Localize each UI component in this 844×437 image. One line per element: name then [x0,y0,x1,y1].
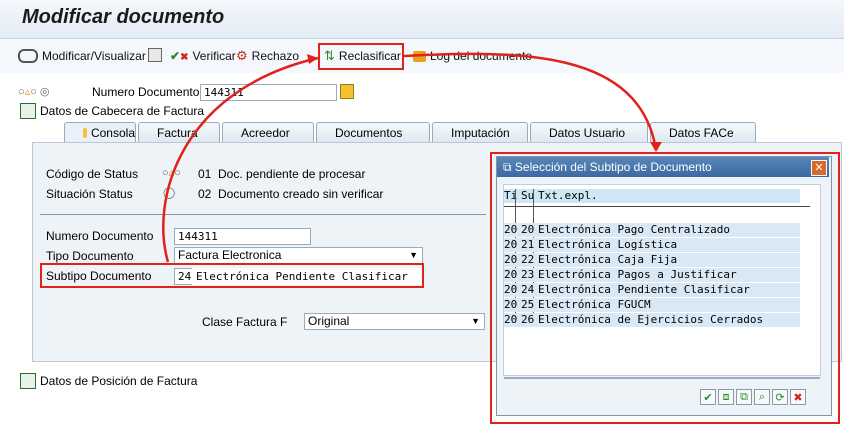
arrow-head [650,142,662,152]
arrow-subtipo-to-reclasificar [162,56,319,263]
arrow-head [307,54,318,64]
arrow-reclasificar-to-popup [403,52,658,151]
annotation-arrows [162,52,662,263]
